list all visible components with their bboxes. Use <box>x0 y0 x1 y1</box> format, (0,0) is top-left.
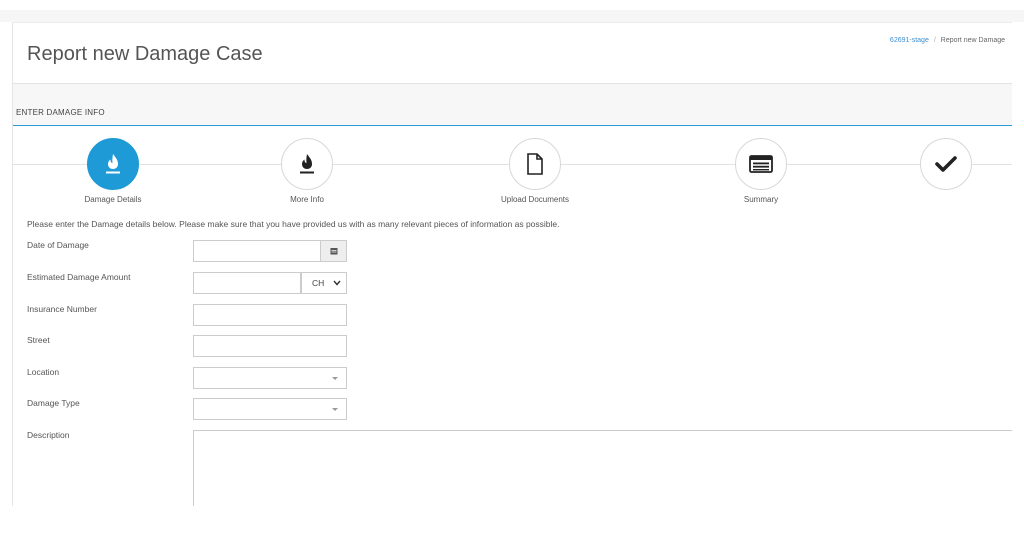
step-complete[interactable] <box>886 138 1006 195</box>
fire-icon <box>300 154 314 174</box>
description-textarea[interactable] <box>193 430 1012 506</box>
step-circle[interactable] <box>735 138 787 190</box>
form-row-date: Date of Damage <box>27 240 1012 264</box>
breadcrumb-current: Report new Damage <box>940 37 1005 44</box>
form-row-damage-type: Damage Type <box>27 398 1012 422</box>
step-circle[interactable] <box>281 138 333 190</box>
step-label: Damage Details <box>84 195 142 204</box>
section-header: ENTER DAMAGE INFO <box>13 84 1012 126</box>
calendar-icon <box>330 248 337 255</box>
step-circle[interactable] <box>509 138 561 190</box>
calendar-button[interactable] <box>320 241 346 261</box>
step-circle[interactable] <box>87 138 139 190</box>
section-title: ENTER DAMAGE INFO <box>16 108 105 117</box>
step-damage-details[interactable]: Damage Details <box>53 138 173 204</box>
form-row-location: Location <box>27 367 1012 391</box>
step-summary[interactable]: Summary <box>701 138 821 204</box>
insurance-number-label: Insurance Number <box>27 304 97 314</box>
fire-icon <box>106 154 120 174</box>
document-icon <box>527 153 543 175</box>
description-label: Description <box>27 430 70 440</box>
insurance-number-input[interactable] <box>193 304 347 326</box>
form-row-description: Description <box>27 430 1012 506</box>
date-of-damage-field[interactable] <box>193 240 347 262</box>
currency-select-value: CH <box>312 278 325 288</box>
damage-type-label: Damage Type <box>27 398 80 408</box>
form-row-street: Street <box>27 335 1012 359</box>
dropdown-caret-icon <box>332 376 338 380</box>
street-label: Street <box>27 335 50 345</box>
breadcrumb: 62691-stage / Report new Damage <box>890 37 1005 44</box>
date-of-damage-label: Date of Damage <box>27 240 89 250</box>
street-input[interactable] <box>193 335 347 357</box>
content-card: Report new Damage Case 62691-stage / Repor… <box>12 22 1012 506</box>
step-label: More Info <box>290 195 324 204</box>
estimated-damage-amount-input[interactable] <box>193 272 301 294</box>
page-title: Report new Damage Case <box>27 43 263 65</box>
step-upload-documents[interactable]: Upload Documents <box>475 138 595 204</box>
list-icon <box>749 155 773 173</box>
chevron-down-icon <box>333 280 341 286</box>
form-row-amount: Estimated Damage Amount CH <box>27 272 1012 296</box>
damage-type-select[interactable] <box>193 398 347 420</box>
step-circle[interactable] <box>920 138 972 190</box>
currency-select[interactable]: CH <box>301 272 347 294</box>
form-row-insurance: Insurance Number <box>27 304 1012 328</box>
estimated-damage-amount-label: Estimated Damage Amount <box>27 272 131 282</box>
breadcrumb-separator: / <box>933 37 936 44</box>
page-header: Report new Damage Case 62691-stage / Repor… <box>13 22 1012 84</box>
breadcrumb-link-home[interactable]: 62691-stage <box>890 37 929 44</box>
location-label: Location <box>27 367 60 377</box>
checkmark-icon <box>935 156 957 172</box>
wizard-steps: Damage Details More Info Upload Document… <box>13 128 1012 208</box>
dropdown-caret-icon <box>332 407 338 411</box>
step-label: Summary <box>743 195 779 204</box>
date-of-damage-input[interactable] <box>194 241 320 261</box>
location-select[interactable] <box>193 367 347 389</box>
top-strip <box>0 10 1024 22</box>
step-more-info[interactable]: More Info <box>247 138 367 204</box>
step-label: Upload Documents <box>500 195 570 204</box>
form-intro-text: Please enter the Damage details below. P… <box>27 219 560 229</box>
